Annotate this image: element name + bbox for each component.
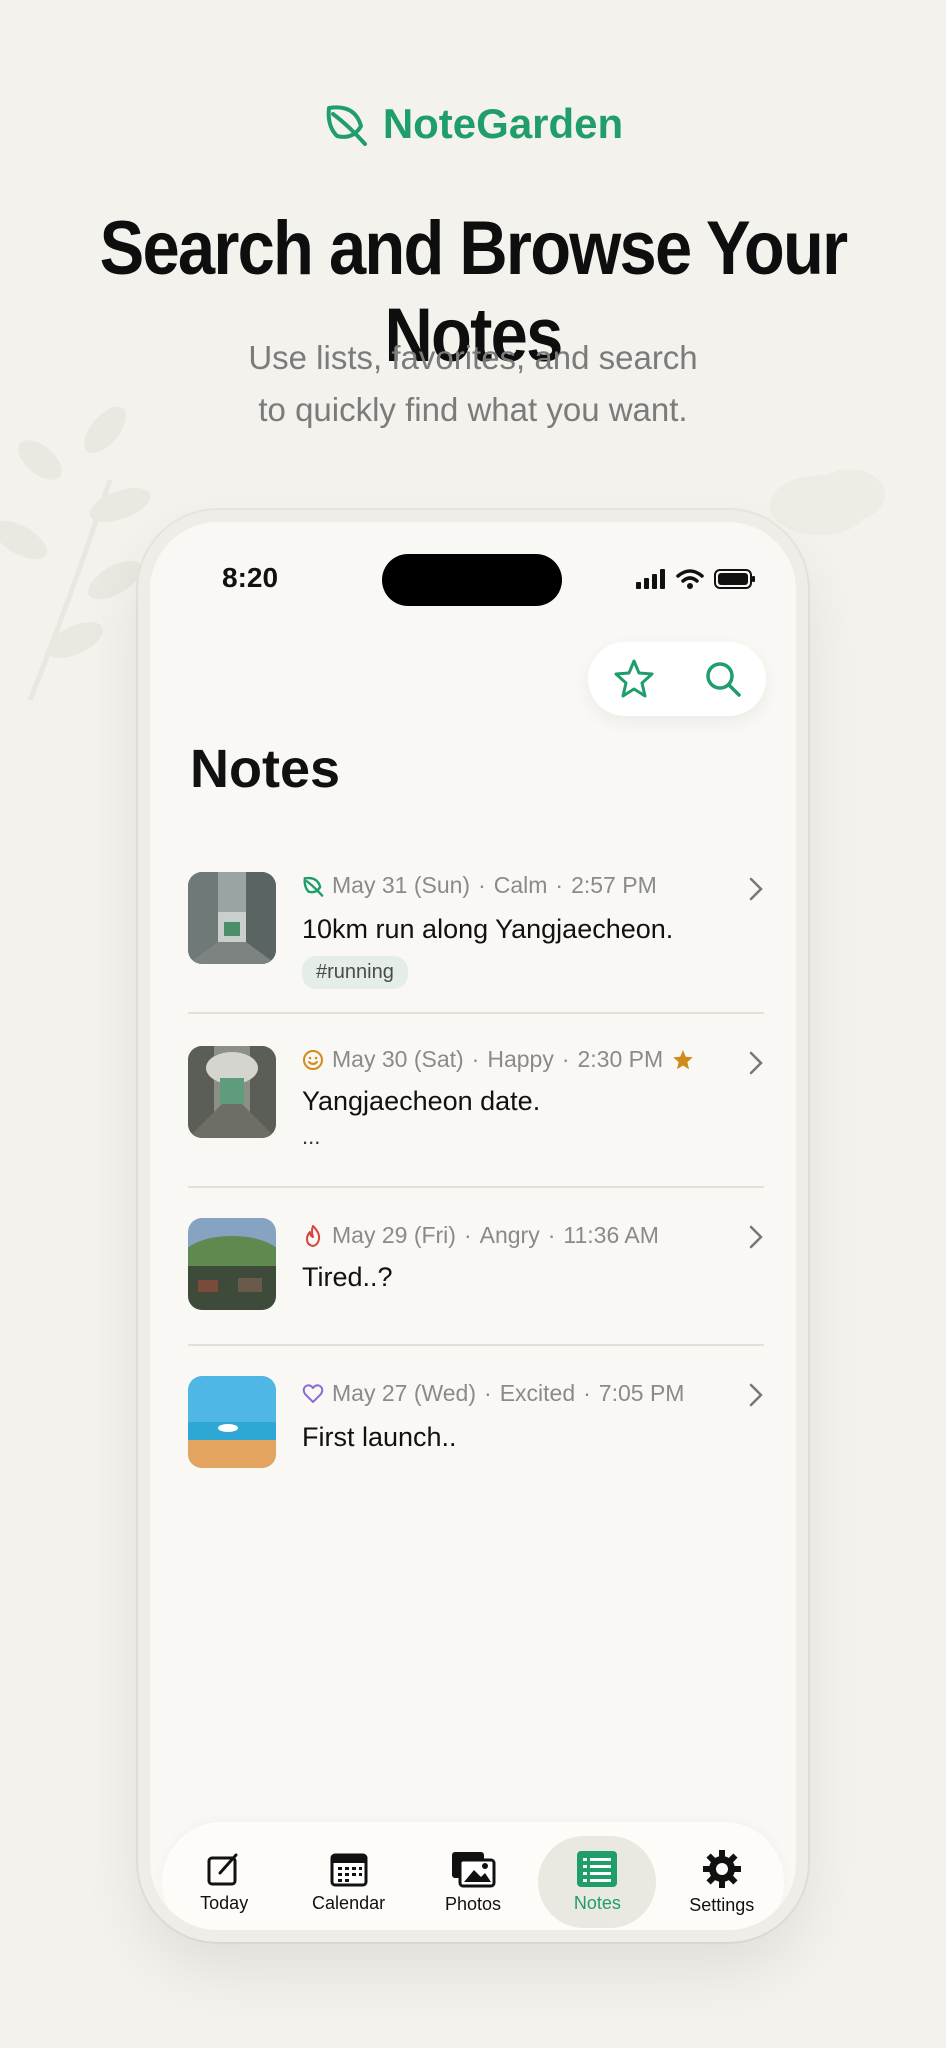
battery-icon	[714, 569, 755, 589]
note-time: 11:36 AM	[563, 1222, 659, 1248]
tab-photos[interactable]: Photos	[414, 1836, 532, 1928]
chevron-right-icon	[749, 1383, 763, 1407]
note-thumbnail	[188, 1218, 276, 1310]
note-mood: Excited	[499, 1380, 576, 1406]
chevron-right-icon	[749, 877, 763, 901]
tab-notes[interactable]: Notes	[538, 1836, 657, 1928]
status-time: 8:20	[222, 562, 279, 593]
note-mood: Calm	[493, 872, 548, 898]
note-thumbnail	[188, 1376, 276, 1468]
note-text: Yangjaecheon date.	[302, 1086, 541, 1116]
note-tag[interactable]: #running	[302, 956, 408, 989]
tab-label: Today	[200, 1892, 249, 1913]
brand-name: NoteGarden	[382, 100, 624, 147]
note-date: May 27 (Wed)	[332, 1380, 477, 1406]
note-thumbnail	[188, 1046, 276, 1138]
note-meta: May 30 (Sat) · Happy · 2:30 PM	[302, 1046, 695, 1073]
list-item[interactable]: May 29 (Fri) · Angry · 11:36 AM Tired..?	[188, 1188, 764, 1346]
subhead-line-1: Use lists, favorites, and search	[248, 339, 698, 376]
note-text: 10km run along Yangjaecheon.	[302, 914, 674, 944]
note-text: First launch..	[302, 1422, 457, 1452]
note-meta: May 29 (Fri) · Angry · 11:36 AM	[302, 1222, 659, 1249]
note-date: May 30 (Sat)	[332, 1046, 464, 1072]
note-meta: May 31 (Sun) · Calm · 2:57 PM	[302, 872, 657, 899]
page-title: Notes	[190, 739, 341, 799]
list-item[interactable]: May 27 (Wed) · Excited · 7:05 PM First l…	[188, 1346, 764, 1496]
dynamic-island	[382, 554, 562, 606]
note-meta: May 27 (Wed) · Excited · 7:05 PM	[302, 1380, 684, 1407]
search-icon[interactable]	[703, 659, 743, 699]
note-thumbnail	[188, 872, 276, 964]
notes-list: May 31 (Sun) · Calm · 2:57 PM 10km run a…	[188, 862, 764, 1496]
tab-bar: Today Calendar Photos Notes Settings	[162, 1822, 784, 1930]
tab-today[interactable]: Today	[165, 1836, 283, 1928]
chevron-right-icon	[749, 1051, 763, 1075]
chevron-right-icon	[749, 1225, 763, 1249]
list-item[interactable]: May 31 (Sun) · Calm · 2:57 PM 10km run a…	[188, 862, 764, 1014]
subhead: Use lists, favorites, and search to quic…	[0, 332, 946, 436]
list-item[interactable]: May 30 (Sat) · Happy · 2:30 PM Yangjaech…	[188, 1014, 764, 1188]
leaf-icon	[326, 105, 367, 146]
heart-icon	[302, 1383, 324, 1403]
brand-header: NoteGarden	[0, 100, 946, 148]
notes-icon	[577, 1850, 618, 1887]
smile-icon	[303, 1049, 323, 1070]
tab-label: Photos	[444, 1893, 501, 1914]
favorite-star-icon	[673, 1049, 693, 1069]
subhead-line-2: to quickly find what you want.	[258, 391, 688, 428]
note-text: Tired..?	[302, 1262, 393, 1292]
signal-icon	[636, 569, 665, 589]
flame-icon	[306, 1224, 321, 1247]
compose-icon	[207, 1853, 238, 1885]
note-time: 7:05 PM	[598, 1380, 685, 1406]
photos-icon	[451, 1851, 496, 1887]
note-time: 2:57 PM	[571, 872, 657, 898]
leaf-decoration	[0, 406, 151, 700]
note-date: May 31 (Sun)	[332, 872, 471, 898]
gear-icon	[702, 1849, 741, 1888]
phone-frame: 8:20 Notes May 31 (Sun) · Calm · 2:57 PM…	[138, 510, 808, 1942]
star-icon[interactable]	[612, 657, 656, 701]
leaf-icon	[303, 876, 324, 897]
tab-label: Calendar	[312, 1892, 386, 1913]
note-time: 2:30 PM	[577, 1046, 664, 1072]
note-mood: Happy	[487, 1046, 554, 1072]
status-icons	[636, 568, 756, 590]
note-date: May 29 (Fri)	[332, 1222, 456, 1248]
note-more: ...	[302, 1124, 321, 1149]
wifi-icon	[676, 569, 704, 589]
note-mood: Angry	[479, 1222, 540, 1248]
tab-calendar[interactable]: Calendar	[290, 1836, 408, 1928]
calendar-icon	[330, 1853, 368, 1886]
tab-label: Settings	[689, 1894, 755, 1915]
top-actions	[588, 642, 766, 716]
tab-label: Notes	[573, 1892, 621, 1913]
tab-settings[interactable]: Settings	[663, 1836, 781, 1928]
